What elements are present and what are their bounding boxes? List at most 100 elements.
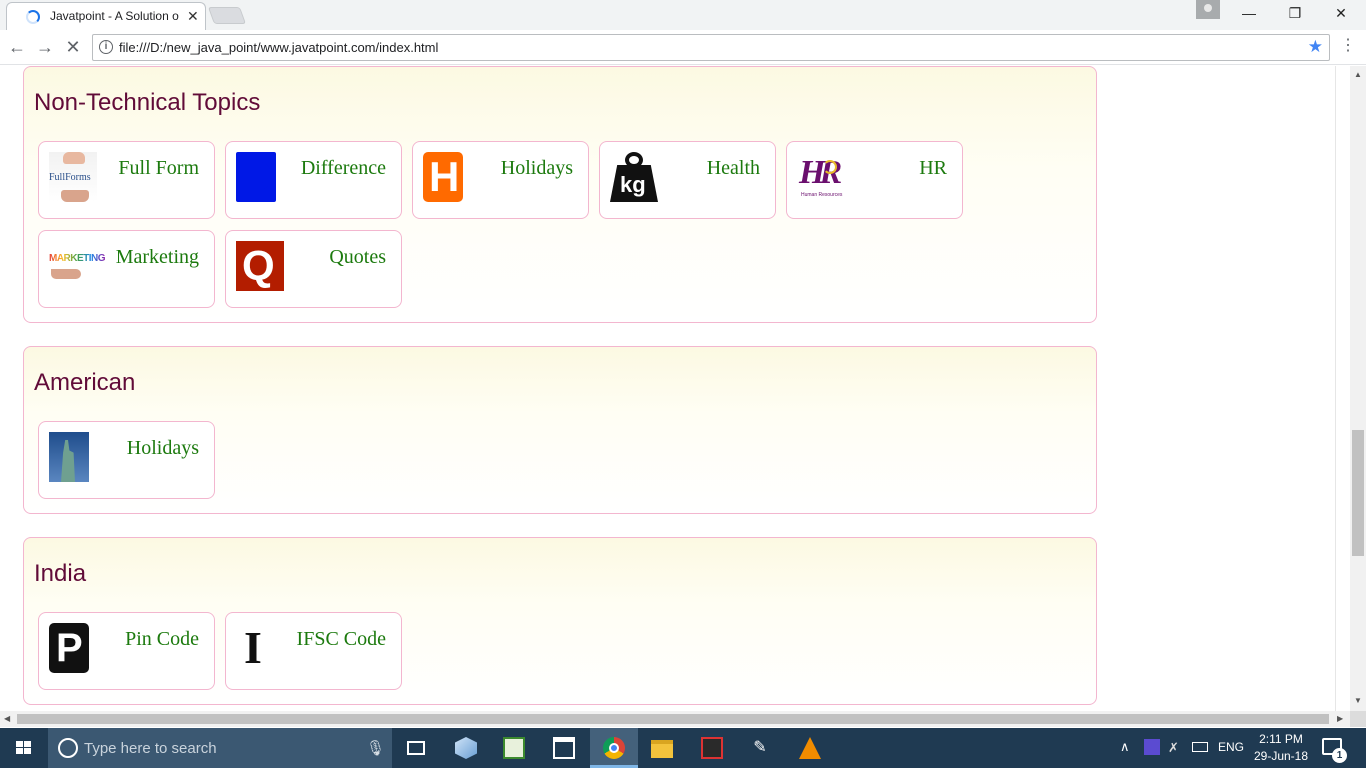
pen-tool-icon: ✎ — [753, 739, 767, 756]
tab-close-icon[interactable]: ✕ — [187, 8, 199, 24]
start-button[interactable] — [0, 728, 48, 768]
url-text[interactable]: file:///D:/new_java_point/www.javatpoint… — [119, 40, 438, 55]
vertical-scroll-thumb[interactable] — [1352, 430, 1364, 556]
browser-tab[interactable]: Javatpoint - A Solution o ✕ — [6, 2, 206, 30]
holidays-icon: H — [423, 152, 463, 202]
task-view-button[interactable] — [392, 728, 440, 768]
horizontal-scrollbar[interactable]: ◀ ▶ — [0, 711, 1350, 727]
ifsc-icon: I — [244, 622, 262, 673]
windows-logo-icon — [16, 741, 32, 755]
tray-app-icon[interactable] — [1144, 739, 1160, 755]
weight-icon: kg — [610, 152, 658, 202]
statue-of-liberty-icon — [49, 432, 89, 482]
close-window-button[interactable]: ✕ — [1318, 0, 1364, 28]
scroll-up-arrow-icon[interactable]: ▲ — [1354, 70, 1362, 79]
marketing-icon: MARKETING — [49, 241, 106, 291]
section-non-technical-topics: Non-Technical Topics FullForms Full Form… — [23, 66, 1097, 323]
page-viewport: Non-Technical Topics FullForms Full Form… — [0, 66, 1350, 711]
card-ifsc-code[interactable]: I IFSC Code — [225, 612, 402, 690]
file-explorer-icon — [651, 740, 673, 758]
microphone-icon[interactable]: 🎙 — [366, 739, 385, 757]
card-difference[interactable]: D Difference — [225, 141, 402, 219]
horizontal-scroll-thumb[interactable] — [17, 714, 1329, 724]
section-american: American Holidays — [23, 346, 1097, 514]
card-health[interactable]: kg Health — [599, 141, 776, 219]
loading-spinner-icon — [26, 10, 40, 24]
tab-title: Javatpoint - A Solution o — [50, 9, 179, 23]
store-button[interactable] — [540, 728, 588, 768]
card-label: Quotes — [329, 246, 386, 268]
card-label: HR — [919, 157, 947, 179]
show-hidden-icons-chevron-icon[interactable]: ∧ — [1120, 739, 1130, 779]
pin-code-icon: P — [49, 623, 89, 673]
vlc-icon — [799, 737, 821, 759]
card-label: Full Form — [118, 157, 199, 179]
address-bar[interactable]: i file:///D:/new_java_point/www.javatpoi… — [92, 34, 1330, 61]
3d-box-app-icon — [455, 737, 477, 759]
scroll-down-arrow-icon[interactable]: ▼ — [1354, 696, 1362, 705]
back-button[interactable]: ← — [6, 36, 28, 58]
task-view-icon — [407, 741, 425, 755]
site-info-icon[interactable]: i — [99, 40, 113, 54]
3d-box-app-button[interactable] — [442, 728, 490, 768]
section-heading: Non-Technical Topics — [34, 89, 261, 116]
tab-strip: Javatpoint - A Solution o ✕ — ❐ ✕ — [0, 0, 1366, 30]
forward-button[interactable]: → — [34, 36, 56, 58]
vertical-scrollbar[interactable]: ▲ ▼ — [1350, 66, 1366, 711]
card-label: Health — [706, 157, 760, 179]
card-label: Pin Code — [125, 628, 199, 650]
difference-icon: D — [236, 152, 276, 202]
scroll-right-arrow-icon[interactable]: ▶ — [1337, 714, 1343, 723]
battery-icon[interactable] — [1192, 742, 1208, 752]
card-pin-code[interactable]: P Pin Code — [38, 612, 215, 690]
search-placeholder: Type here to search — [84, 740, 217, 757]
profile-avatar-icon[interactable] — [1196, 0, 1220, 19]
vlc-button[interactable] — [786, 728, 834, 768]
browser-menu-icon[interactable]: ⋮ — [1340, 38, 1356, 54]
card-hr[interactable]: HR Human Resources HR — [786, 141, 963, 219]
card-label: Holidays — [500, 157, 573, 179]
section-heading: American — [34, 369, 136, 396]
minimize-button[interactable]: — — [1226, 0, 1272, 28]
card-quotes[interactable]: Q Quotes — [225, 230, 402, 308]
card-holidays[interactable]: H Holidays — [412, 141, 589, 219]
clock-time: 2:11 PM — [1259, 732, 1303, 746]
language-indicator[interactable]: ENG — [1218, 740, 1244, 780]
chrome-button[interactable] — [590, 728, 638, 768]
taskbar: Type here to search 🎙 ✎ ∧ ✗ ENG 2:11 PM … — [0, 728, 1366, 768]
store-icon — [553, 737, 575, 759]
chrome-icon — [603, 737, 625, 759]
spreadsheet-app-button[interactable] — [490, 728, 538, 768]
taskbar-search-box[interactable]: Type here to search 🎙 — [48, 728, 392, 768]
hr-icon: HR Human Resources — [799, 154, 843, 198]
media-app-button[interactable] — [688, 728, 736, 768]
section-india: India P Pin Code I IFSC Code — [23, 537, 1097, 705]
new-tab-button[interactable] — [207, 7, 247, 24]
notification-count-badge: 1 — [1332, 748, 1347, 763]
quotes-icon: Q — [236, 241, 284, 291]
pen-tool-button[interactable]: ✎ — [736, 728, 784, 768]
scroll-left-arrow-icon[interactable]: ◀ — [4, 714, 10, 723]
card-label: IFSC Code — [296, 628, 386, 650]
card-label: Difference — [300, 157, 386, 179]
card-marketing[interactable]: MARKETING Marketing — [38, 230, 215, 308]
content-edge-divider — [1335, 66, 1336, 711]
stop-loading-button[interactable]: ✕ — [62, 36, 84, 58]
taskbar-clock[interactable]: 2:11 PM 29-Jun-18 — [1250, 731, 1312, 765]
clock-date: 29-Jun-18 — [1253, 749, 1309, 763]
card-label: Holidays — [126, 437, 199, 459]
fullform-icon: FullForms — [49, 152, 97, 202]
scrollbar-corner — [1350, 711, 1366, 727]
browser-toolbar: ← → ✕ i file:///D:/new_java_point/www.ja… — [0, 30, 1366, 65]
card-american-holidays[interactable]: Holidays — [38, 421, 215, 499]
cortana-icon — [58, 738, 78, 758]
file-explorer-button[interactable] — [638, 728, 686, 768]
card-full-form[interactable]: FullForms Full Form — [38, 141, 215, 219]
spreadsheet-app-icon — [503, 737, 525, 759]
network-icon[interactable]: ✗ — [1168, 740, 1179, 780]
card-label: Marketing — [115, 246, 199, 268]
media-app-icon — [701, 737, 723, 759]
restore-button[interactable]: ❐ — [1272, 0, 1318, 28]
section-heading: India — [34, 560, 87, 587]
bookmark-star-icon[interactable]: ★ — [1308, 37, 1323, 57]
